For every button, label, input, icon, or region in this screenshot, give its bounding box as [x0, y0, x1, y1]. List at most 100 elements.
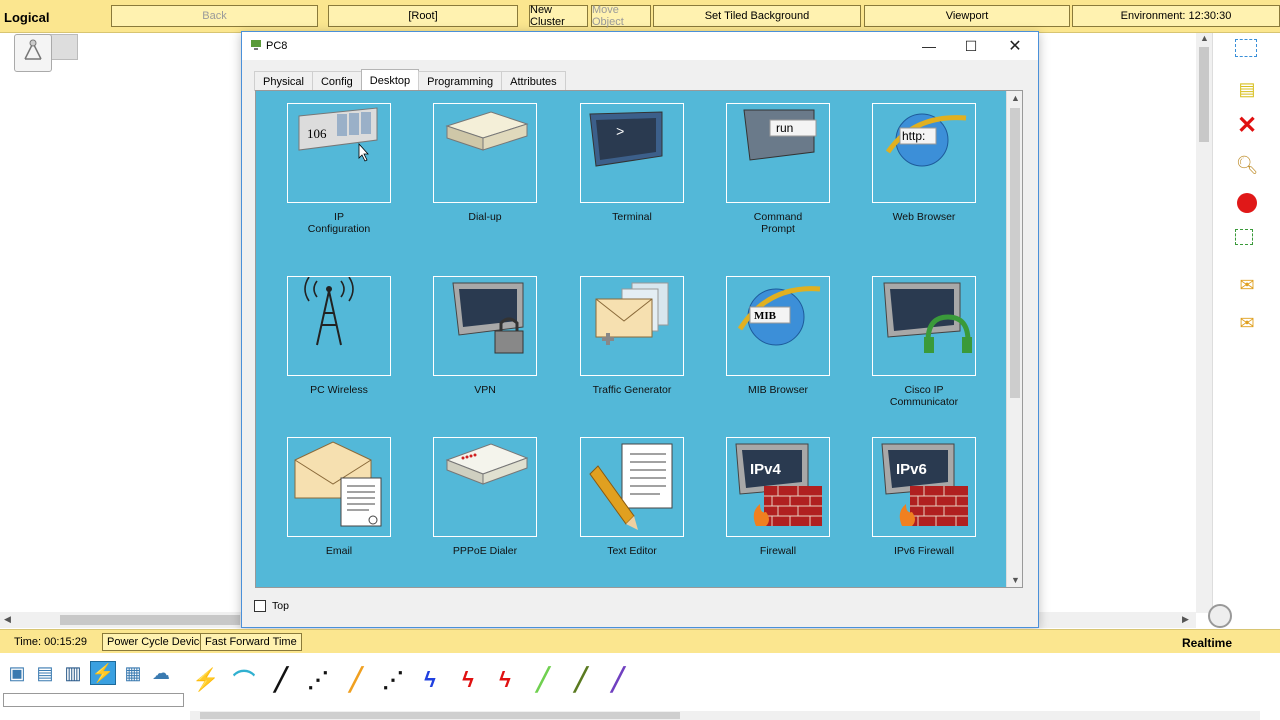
auto-cable-icon[interactable]: ⚡ — [190, 665, 222, 695]
power-cycle-button[interactable]: Power Cycle Devices — [102, 633, 216, 651]
app-web-browser[interactable]: http: Web Browser — [872, 103, 976, 223]
app-email[interactable]: Email — [287, 437, 391, 557]
scroll-thumb[interactable] — [60, 615, 240, 625]
app-ip-configuration[interactable]: 106 IP Configuration — [287, 103, 391, 235]
new-cluster-button[interactable]: New Cluster — [529, 4, 588, 28]
scroll-left-icon[interactable]: ◀ — [4, 614, 11, 625]
iot-cable-icon[interactable]: ╱ — [565, 665, 597, 695]
pppoe-dialer-icon — [433, 437, 537, 537]
window-tabs: Physical Config Desktop Programming Attr… — [254, 69, 566, 91]
navigation-icon[interactable] — [14, 34, 52, 72]
network-devices-icon[interactable]: ▣ — [4, 661, 30, 685]
pc-icon — [251, 40, 261, 50]
root-button[interactable]: [Root] — [328, 5, 518, 27]
device-panel: ▣ ▤ ▥ ⚡ ▦ ☁ ⚡ ⌒ ╱ ⋰ ╱ ⋰ ϟ ϟ ϟ ╱ ╱ ╱ — [0, 653, 1280, 720]
copper-straight-icon[interactable]: ╱ — [265, 665, 297, 695]
add-simple-pdu-icon[interactable]: ✉ — [1235, 273, 1259, 297]
top-checkbox[interactable]: Top — [254, 600, 289, 612]
time-display: Time: 00:15:29 — [14, 636, 87, 648]
canvas-vertical-scrollbar[interactable]: ▲ — [1196, 33, 1212, 613]
phone-cable-icon[interactable]: ⋰ — [377, 665, 409, 695]
inspect-icon[interactable]: 🔍︎ — [1235, 153, 1259, 177]
app-label: Traffic Generator — [592, 384, 672, 396]
draw-ellipse-icon[interactable] — [1235, 191, 1259, 215]
scroll-up-icon[interactable]: ▲ — [1200, 33, 1209, 43]
maximize-icon[interactable]: ☐ — [949, 34, 993, 58]
app-label: Terminal — [612, 211, 652, 223]
copper-cross-icon[interactable]: ⋰ — [302, 665, 334, 695]
note-icon[interactable]: ▤ — [1235, 77, 1259, 101]
app-pc-wireless[interactable]: PC Wireless — [287, 276, 391, 396]
app-ipv6-firewall[interactable]: IPv6 IPv6 Firewall — [872, 437, 976, 557]
select-icon[interactable] — [1235, 39, 1257, 57]
ipv6-firewall-icon: IPv6 — [872, 437, 976, 537]
minimize-icon[interactable]: — — [907, 34, 951, 58]
app-terminal[interactable]: > Terminal — [580, 103, 684, 223]
move-object-button[interactable]: Move Object — [591, 4, 651, 28]
realtime-mode-label[interactable]: Realtime — [1182, 636, 1232, 650]
scroll-thumb[interactable] — [200, 712, 680, 719]
tab-desktop[interactable]: Desktop — [360, 69, 420, 91]
fiber-icon[interactable]: ╱ — [340, 665, 372, 695]
scroll-up-icon[interactable]: ▲ — [1011, 93, 1020, 103]
mib-browser-icon: MIB — [726, 276, 830, 376]
tab-config[interactable]: Config — [311, 71, 362, 91]
right-toolbar: ▤ ✕ 🔍︎ ✉ ✉ — [1212, 33, 1280, 618]
delete-icon[interactable]: ✕ — [1235, 112, 1259, 139]
app-text-editor[interactable]: Text Editor — [580, 437, 684, 557]
misc-icon[interactable]: ▦ — [120, 661, 146, 685]
tiled-background-button[interactable]: Set Tiled Background — [653, 5, 861, 27]
tab-physical[interactable]: Physical — [254, 71, 313, 91]
text-editor-icon — [580, 437, 684, 537]
app-firewall[interactable]: IPv4 Firewall — [726, 437, 830, 557]
app-mib-browser[interactable]: MIB MIB Browser — [726, 276, 830, 396]
multiuser-icon[interactable]: ☁ — [148, 661, 174, 685]
desktop-vertical-scrollbar[interactable]: ▲ ▼ — [1006, 91, 1022, 587]
app-label: Text Editor — [607, 545, 657, 557]
add-complex-pdu-icon[interactable]: ✉ — [1235, 311, 1259, 335]
cluster-icon[interactable] — [48, 34, 78, 60]
workspace-label: Logical — [4, 10, 50, 25]
environment-button[interactable]: Environment: 12:30:30 — [1072, 5, 1280, 27]
coaxial-icon[interactable]: ϟ — [414, 665, 446, 695]
app-cisco-ip-communicator[interactable]: Cisco IP Communicator — [872, 276, 976, 408]
email-icon — [287, 437, 391, 537]
app-label: VPN — [474, 384, 496, 396]
app-traffic-generator[interactable]: Traffic Generator — [580, 276, 684, 396]
app-label: Dial-up — [468, 211, 502, 223]
resize-shape-icon[interactable] — [1235, 229, 1253, 245]
tab-programming[interactable]: Programming — [418, 71, 503, 91]
serial-dce-icon[interactable]: ϟ — [452, 665, 484, 695]
app-label: PPPoE Dialer — [452, 545, 518, 557]
window-titlebar[interactable]: PC8 — ☐ ✕ — [242, 32, 1038, 60]
tab-attributes[interactable]: Attributes — [501, 71, 566, 91]
usb-cable-icon[interactable]: ╱ — [602, 665, 634, 695]
console-cable-icon[interactable]: ⌒ — [228, 665, 260, 695]
viewport-button[interactable]: Viewport — [864, 5, 1070, 27]
scroll-thumb[interactable] — [1199, 47, 1209, 142]
scroll-thumb[interactable] — [1010, 108, 1020, 398]
vpn-lock-icon — [433, 276, 537, 376]
end-devices-icon[interactable]: ▤ — [32, 661, 58, 685]
checkbox-box[interactable] — [254, 600, 266, 612]
traffic-generator-icon — [580, 276, 684, 376]
app-command-prompt[interactable]: run Command Prompt — [726, 103, 830, 235]
app-vpn[interactable]: VPN — [433, 276, 537, 396]
app-pppoe-dialer[interactable]: PPPoE Dialer — [433, 437, 537, 557]
svg-text:IPv4: IPv4 — [750, 461, 782, 478]
serial-dte-icon[interactable]: ϟ — [489, 665, 521, 695]
device-panel-scrollbar[interactable] — [190, 711, 1260, 720]
back-button[interactable]: Back — [111, 5, 318, 27]
connections-icon[interactable]: ⚡ — [90, 661, 116, 685]
device-search-input[interactable] — [3, 693, 184, 707]
scroll-right-icon[interactable]: ▶ — [1182, 614, 1189, 625]
fast-forward-button[interactable]: Fast Forward Time — [200, 633, 302, 651]
octal-cable-icon[interactable]: ╱ — [527, 665, 559, 695]
app-dial-up[interactable]: Dial-up — [433, 103, 537, 223]
realtime-clock-icon[interactable] — [1208, 604, 1232, 628]
svg-text:http:: http: — [902, 129, 925, 143]
scroll-down-icon[interactable]: ▼ — [1011, 575, 1020, 585]
components-icon[interactable]: ▥ — [60, 661, 86, 685]
app-label: PC Wireless — [310, 384, 368, 396]
close-icon[interactable]: ✕ — [993, 34, 1037, 58]
